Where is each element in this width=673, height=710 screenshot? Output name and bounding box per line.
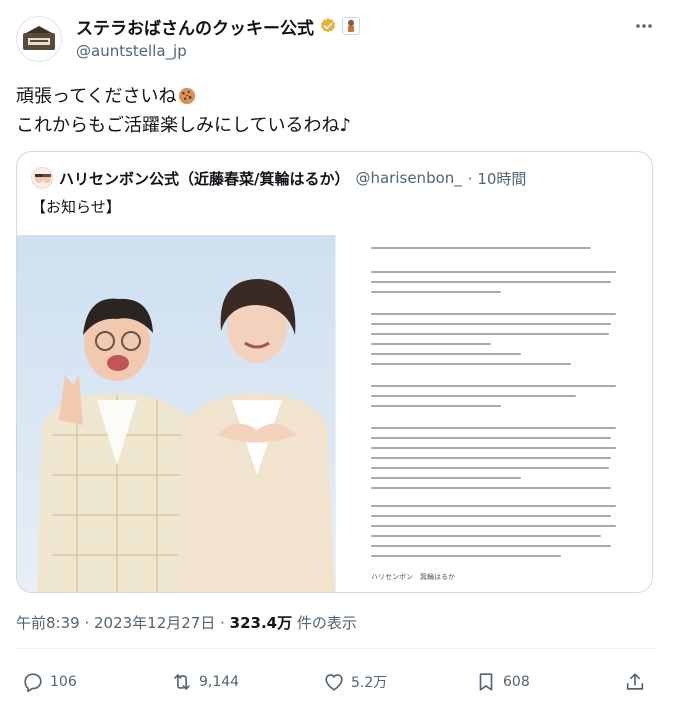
tweet-header: ステラおばさんのクッキー公式 @auntstella_jp xyxy=(16,12,656,64)
quoted-timestamp[interactable]: · 10時間 xyxy=(468,168,527,189)
like-count: 5.2万 xyxy=(351,675,388,691)
quoted-author-handle[interactable]: @harisenbon_ xyxy=(355,169,461,187)
divider xyxy=(16,648,656,649)
timestamp[interactable]: 午前8:39 · 2023年12月27日 · xyxy=(16,614,230,632)
bookmark-button[interactable]: 608 xyxy=(475,666,530,698)
share-button[interactable] xyxy=(624,666,646,698)
heart-icon xyxy=(325,674,343,691)
tweet-line-1: 頑張ってくださいね xyxy=(16,86,177,107)
quoted-tweet[interactable]: ハリセンボン公式（近藤春菜/箕輪はるか） @harisenbon_ · 10時間… xyxy=(16,151,653,593)
announcement-letter[interactable]: ハリセンボン 箕輪はるか xyxy=(335,235,652,592)
share-icon xyxy=(626,673,644,690)
more-options-icon[interactable] xyxy=(632,14,656,38)
reply-button[interactable]: 106 xyxy=(22,666,77,698)
verified-badge-icon[interactable] xyxy=(319,17,337,35)
duo-photo[interactable] xyxy=(17,235,335,592)
letter-signature: ハリセンボン 箕輪はるか xyxy=(371,573,455,581)
stella-logo-icon xyxy=(23,26,55,50)
bookmark-count: 608 xyxy=(503,674,530,690)
author-avatar[interactable] xyxy=(16,16,62,62)
quoted-text: 【お知らせ】 xyxy=(31,198,121,216)
cookie-emoji-icon xyxy=(178,87,195,105)
repost-icon xyxy=(174,674,190,690)
repost-count: 9,144 xyxy=(199,674,240,690)
author-display-name[interactable]: ステラおばさんのクッキー公式 xyxy=(76,14,314,39)
repost-button[interactable]: 9,144 xyxy=(171,666,239,698)
views-count: 323.4万 xyxy=(229,614,293,632)
action-bar: 106 9,144 5.2万 608 xyxy=(16,666,656,698)
quoted-media[interactable]: ハリセンボン 箕輪はるか xyxy=(17,235,652,592)
tweet-meta: 午前8:39 · 2023年12月27日 · 323.4万 件の表示 xyxy=(16,612,357,633)
views-label: 件の表示 xyxy=(292,614,357,632)
bookmark-icon xyxy=(479,673,493,691)
quoted-author-name[interactable]: ハリセンボン公式（近藤春菜/箕輪はるか） xyxy=(59,168,349,189)
tweet-text: 頑張ってくださいね これからもご活躍楽しみにしているわね♪ xyxy=(16,82,351,140)
photo-illustration xyxy=(37,279,335,592)
reply-icon xyxy=(24,673,42,693)
author-handle[interactable]: @auntstella_jp xyxy=(76,42,360,60)
quoted-author-avatar[interactable] xyxy=(31,167,53,189)
affiliate-badge-icon[interactable] xyxy=(342,17,360,35)
tweet-line-2: これからもご活躍楽しみにしているわね♪ xyxy=(16,115,351,136)
reply-count: 106 xyxy=(50,674,77,690)
like-button[interactable]: 5.2万 xyxy=(323,666,387,698)
